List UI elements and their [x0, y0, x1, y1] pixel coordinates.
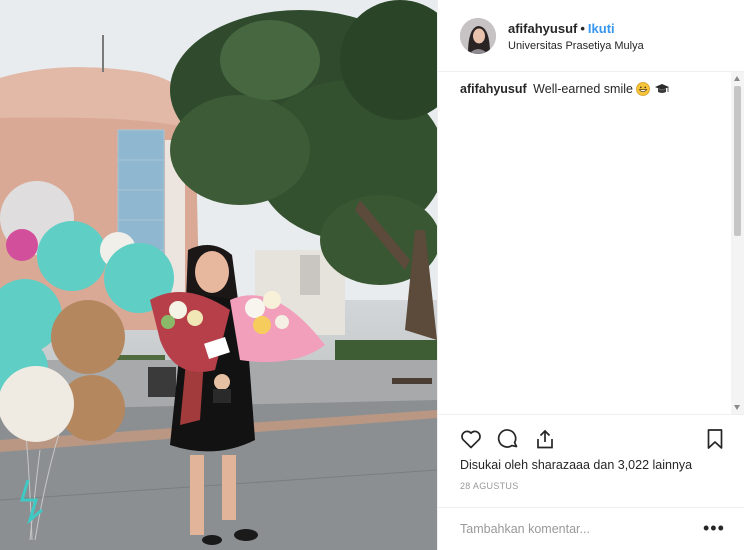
- likes-count[interactable]: Disukai oleh sharazaaa dan 3,022 lainnya: [460, 458, 692, 472]
- bookmark-icon[interactable]: [703, 427, 727, 451]
- heart-icon[interactable]: [459, 427, 483, 451]
- comments-area: afifahyusuf Well-earned smile: [438, 72, 732, 414]
- caption-text: Well-earned smile: [533, 82, 633, 96]
- avatar[interactable]: [460, 18, 496, 54]
- scroll-down-arrow-icon[interactable]: [734, 405, 740, 410]
- caption: afifahyusuf Well-earned smile: [460, 82, 669, 96]
- scroll-up-arrow-icon[interactable]: [734, 76, 740, 81]
- graduation-cap-icon: [654, 82, 669, 96]
- location-link[interactable]: Universitas Prasetiya Mulya: [508, 40, 644, 52]
- grinning-face-icon: [636, 82, 651, 96]
- post-header: afifahyusuf • Ikuti Universitas Prasetiya …: [438, 0, 744, 72]
- more-options-icon[interactable]: •••: [703, 518, 725, 539]
- add-comment-bar: Tambahkan komentar... •••: [438, 507, 744, 550]
- comment-input[interactable]: Tambahkan komentar...: [460, 522, 590, 536]
- post-date: 28 AGUSTUS: [460, 481, 519, 491]
- follow-button[interactable]: Ikuti: [588, 21, 615, 36]
- comment-icon[interactable]: [496, 427, 520, 451]
- username-link[interactable]: afifahyusuf: [508, 21, 577, 36]
- comments-scrollbar[interactable]: [731, 72, 744, 414]
- post-photo[interactable]: [0, 0, 437, 550]
- separator-dot: •: [580, 21, 585, 36]
- share-icon[interactable]: [533, 427, 557, 451]
- header-user-line: afifahyusuf • Ikuti: [508, 21, 615, 36]
- scroll-thumb[interactable]: [734, 86, 741, 236]
- caption-username-link[interactable]: afifahyusuf: [460, 82, 527, 96]
- post-actions: Disukai oleh sharazaaa dan 3,022 lainnya…: [438, 414, 744, 550]
- post-details-panel: afifahyusuf • Ikuti Universitas Prasetiya …: [437, 0, 744, 550]
